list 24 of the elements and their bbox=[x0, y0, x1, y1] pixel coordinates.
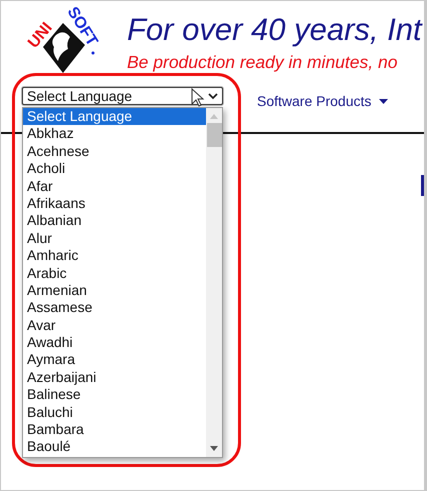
language-option[interactable]: Select Language bbox=[23, 108, 206, 126]
headline: For over 40 years, Int bbox=[127, 12, 422, 48]
language-option[interactable]: Amharic bbox=[23, 247, 206, 265]
language-option[interactable]: Acehnese bbox=[23, 142, 206, 160]
language-option[interactable]: Awadhi bbox=[23, 334, 206, 352]
language-option[interactable]: Albanian bbox=[23, 212, 206, 230]
nav-menu-link[interactable]: Software Products bbox=[257, 93, 388, 109]
language-option[interactable]: Arabic bbox=[23, 264, 206, 282]
language-option[interactable]: Acholi bbox=[23, 160, 206, 178]
language-option[interactable]: Aymara bbox=[23, 351, 206, 369]
language-option[interactable]: Avar bbox=[23, 316, 206, 334]
language-option[interactable]: Azerbaijani bbox=[23, 368, 206, 386]
tagline: Be production ready in minutes, no bbox=[127, 52, 398, 72]
language-option[interactable]: Baluchi bbox=[23, 404, 206, 422]
language-option[interactable]: Balinese bbox=[23, 386, 206, 404]
language-option[interactable]: Armenian bbox=[23, 282, 206, 300]
language-select[interactable]: Select Language bbox=[22, 87, 223, 105]
language-option[interactable]: Abkhaz bbox=[23, 125, 206, 143]
language-option[interactable]: Alur bbox=[23, 230, 206, 248]
language-option[interactable]: Baoulé bbox=[23, 438, 206, 456]
language-option[interactable]: Afrikaans bbox=[23, 194, 206, 212]
language-option[interactable]: Afar bbox=[23, 178, 206, 195]
language-option[interactable]: Assamese bbox=[23, 299, 206, 317]
language-option[interactable]: Bambara bbox=[23, 421, 206, 438]
